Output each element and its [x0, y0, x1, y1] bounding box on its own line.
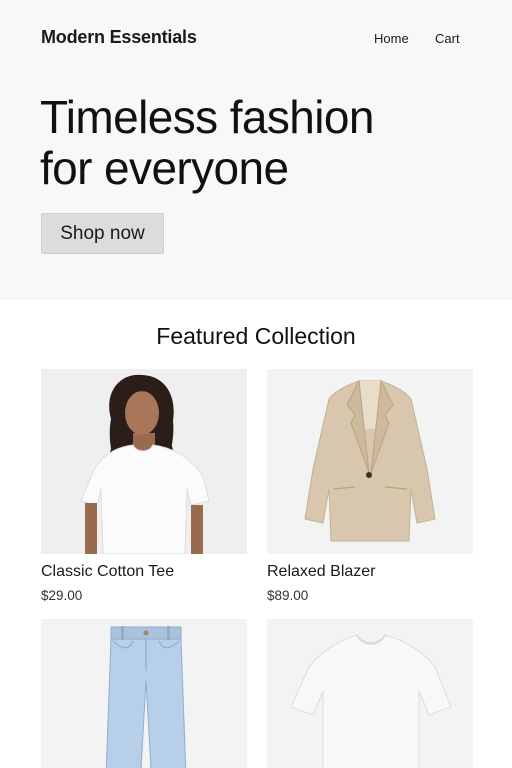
product-name[interactable]: Classic Cotton Tee — [41, 563, 174, 581]
product-image-beige-blazer[interactable] — [267, 369, 473, 554]
hero-headline: Timeless fashion for everyone — [40, 92, 480, 194]
hero-headline-line-2: for everyone — [40, 142, 289, 194]
product-image-light-wash-jeans[interactable] — [41, 619, 247, 768]
shop-now-button[interactable]: Shop now — [41, 213, 164, 254]
product-image-white-tee[interactable] — [267, 619, 473, 768]
brand-logo[interactable]: Modern Essentials — [41, 27, 197, 48]
nav-cart-link[interactable]: Cart — [435, 31, 460, 46]
hero-section: Modern Essentials Home Cart Timeless fas… — [0, 0, 512, 300]
featured-collection-title: Featured Collection — [156, 323, 356, 349]
product-price: $89.00 — [267, 588, 309, 603]
product-price: $29.00 — [41, 588, 83, 603]
product-image-woman-white-tee[interactable] — [41, 369, 247, 554]
nav-home-link[interactable]: Home — [374, 31, 409, 46]
hero-headline-line-1: Timeless fashion — [40, 91, 374, 143]
product-name[interactable]: Relaxed Blazer — [267, 563, 376, 581]
